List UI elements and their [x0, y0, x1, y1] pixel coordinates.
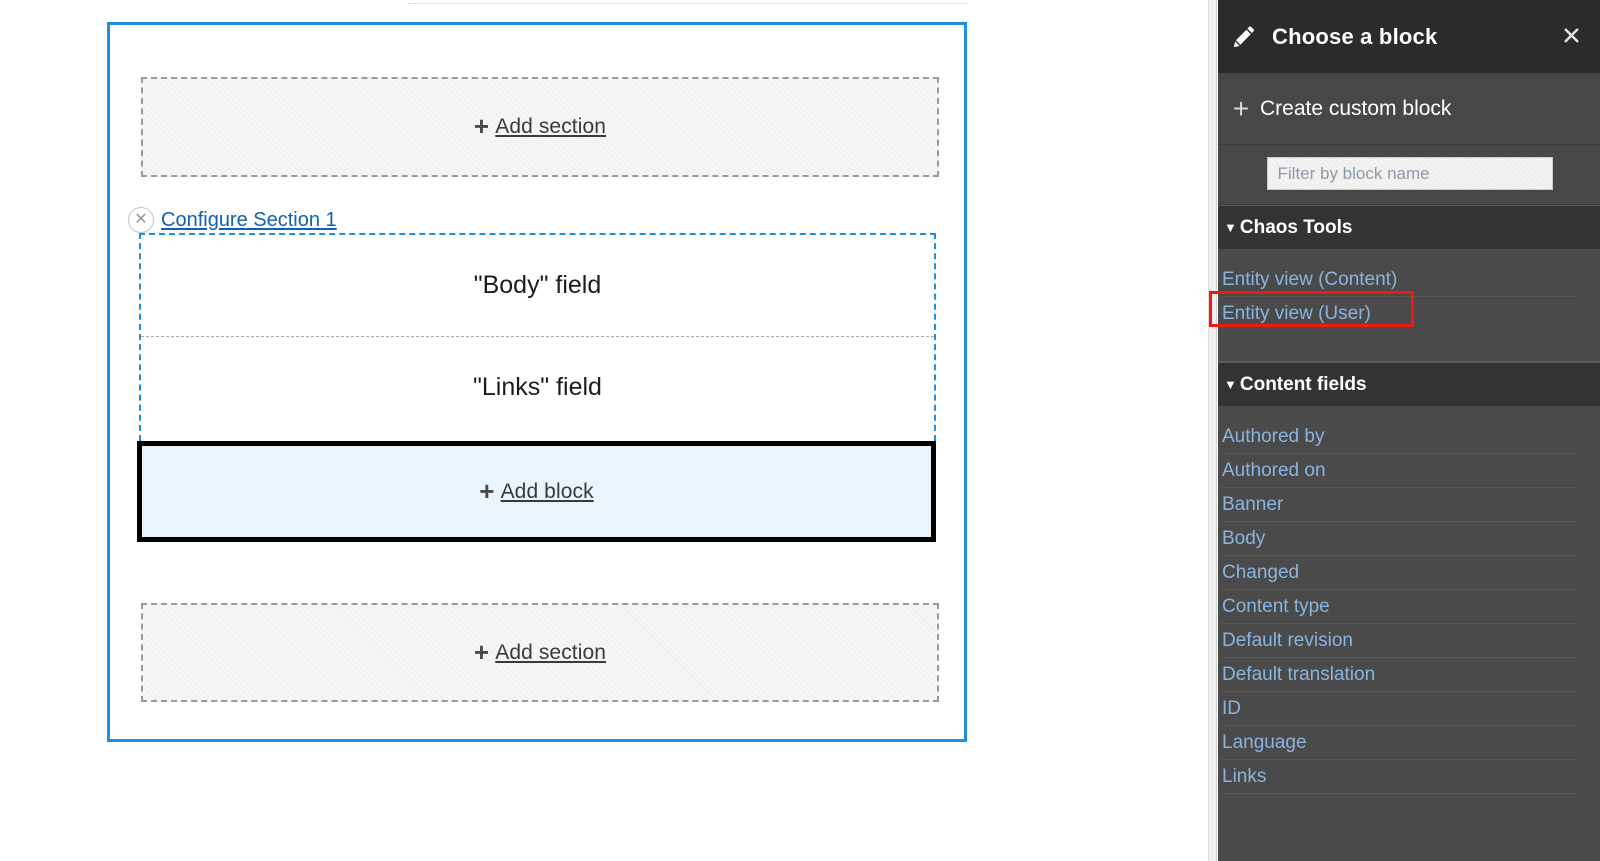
- plus-icon: +: [473, 636, 490, 667]
- group-list-content-fields: Authored by Authored on Banner Body Chan…: [1218, 406, 1600, 794]
- field-item-label: Default revision: [1222, 629, 1353, 651]
- add-section-top-label: Add section: [495, 115, 607, 138]
- plus-icon: +: [1232, 92, 1250, 124]
- field-item-banner[interactable]: Banner: [1220, 488, 1578, 522]
- create-custom-block-label: Create custom block: [1260, 96, 1452, 120]
- configure-section-link[interactable]: Configure Section 1: [161, 209, 337, 232]
- field-item-default-revision[interactable]: Default revision: [1220, 624, 1578, 658]
- group-header-chaos-tools[interactable]: ▼ Chaos Tools: [1218, 205, 1600, 249]
- field-item-authored-on[interactable]: Authored on: [1220, 454, 1578, 488]
- add-section-bottom-link[interactable]: + Add section: [473, 636, 607, 667]
- field-item-label: Authored by: [1222, 425, 1325, 447]
- block-item-label: Entity view (Content): [1222, 268, 1398, 290]
- configure-section-row: ✕ Configure Section 1: [128, 204, 337, 236]
- group-header-chaos-tools-label: Chaos Tools: [1239, 216, 1353, 238]
- filter-row: [1218, 145, 1600, 205]
- field-item-content-type[interactable]: Content type: [1220, 590, 1578, 624]
- field-item-changed[interactable]: Changed: [1220, 556, 1578, 590]
- filter-by-block-name-input[interactable]: [1266, 157, 1553, 190]
- group-spacer: [1218, 331, 1600, 353]
- add-section-top-button[interactable]: + Add section: [141, 77, 939, 177]
- block-links-field[interactable]: "Links" field: [141, 336, 934, 438]
- add-section-bottom-label: Add section: [495, 640, 607, 664]
- field-item-body[interactable]: Body: [1220, 522, 1578, 556]
- field-item-authored-by[interactable]: Authored by: [1220, 420, 1578, 454]
- group-list-chaos-tools: Entity view (Content) Entity view (User): [1218, 249, 1600, 362]
- block-links-field-label: "Links" field: [473, 373, 602, 401]
- field-item-label: Banner: [1222, 493, 1284, 515]
- field-item-links[interactable]: Links: [1220, 760, 1578, 794]
- panel-header: Choose a block ✕: [1218, 0, 1600, 73]
- pencil-icon: [1234, 25, 1254, 47]
- block-item-entity-view-content[interactable]: Entity view (Content): [1220, 263, 1578, 297]
- field-item-default-translation[interactable]: Default translation: [1220, 658, 1578, 692]
- remove-section-icon[interactable]: ✕: [128, 207, 154, 233]
- plus-icon: +: [473, 111, 490, 141]
- panel-title: Choose a block: [1272, 23, 1438, 49]
- close-icon[interactable]: ✕: [1561, 24, 1582, 49]
- choose-a-block-panel: Choose a block ✕ + Create custom block ▼…: [1218, 0, 1600, 861]
- plus-icon: +: [479, 475, 495, 506]
- field-item-label: ID: [1222, 697, 1241, 719]
- group-divider: [1218, 353, 1600, 362]
- field-item-language[interactable]: Language: [1220, 726, 1578, 760]
- field-item-label: Authored on: [1222, 459, 1326, 481]
- add-block-label: Add block: [500, 479, 594, 503]
- field-item-label: Changed: [1222, 561, 1300, 583]
- block-body-field-label: "Body" field: [473, 271, 602, 299]
- chevron-down-icon: ▼: [1224, 377, 1237, 392]
- block-item-label: Entity view (User): [1222, 303, 1371, 324]
- field-item-label: Default translation: [1222, 663, 1376, 685]
- group-header-content-fields-label: Content fields: [1239, 373, 1367, 395]
- add-section-bottom-button[interactable]: + Add section: [141, 603, 939, 702]
- field-item-label: Links: [1222, 765, 1267, 787]
- block-item-entity-view-user[interactable]: Entity view (User): [1220, 297, 1578, 331]
- chevron-down-icon: ▼: [1224, 220, 1237, 235]
- create-custom-block-button[interactable]: + Create custom block: [1218, 73, 1600, 145]
- block-body-field[interactable]: "Body" field: [141, 235, 934, 336]
- field-item-label: Body: [1222, 527, 1266, 549]
- screen: + Add section + Add section ✕ Configure …: [0, 0, 1600, 861]
- field-item-label: Language: [1222, 731, 1307, 753]
- offscreen-region-above: [408, 0, 968, 4]
- add-block-link[interactable]: + Add block: [479, 475, 594, 506]
- field-item-id[interactable]: ID: [1220, 692, 1578, 726]
- field-item-label: Content type: [1222, 595, 1330, 617]
- add-block-button[interactable]: + Add block: [137, 441, 936, 542]
- page-scrollbar[interactable]: [1208, 0, 1217, 861]
- group-header-content-fields[interactable]: ▼ Content fields: [1218, 362, 1600, 406]
- add-section-top-link[interactable]: + Add section: [473, 111, 607, 141]
